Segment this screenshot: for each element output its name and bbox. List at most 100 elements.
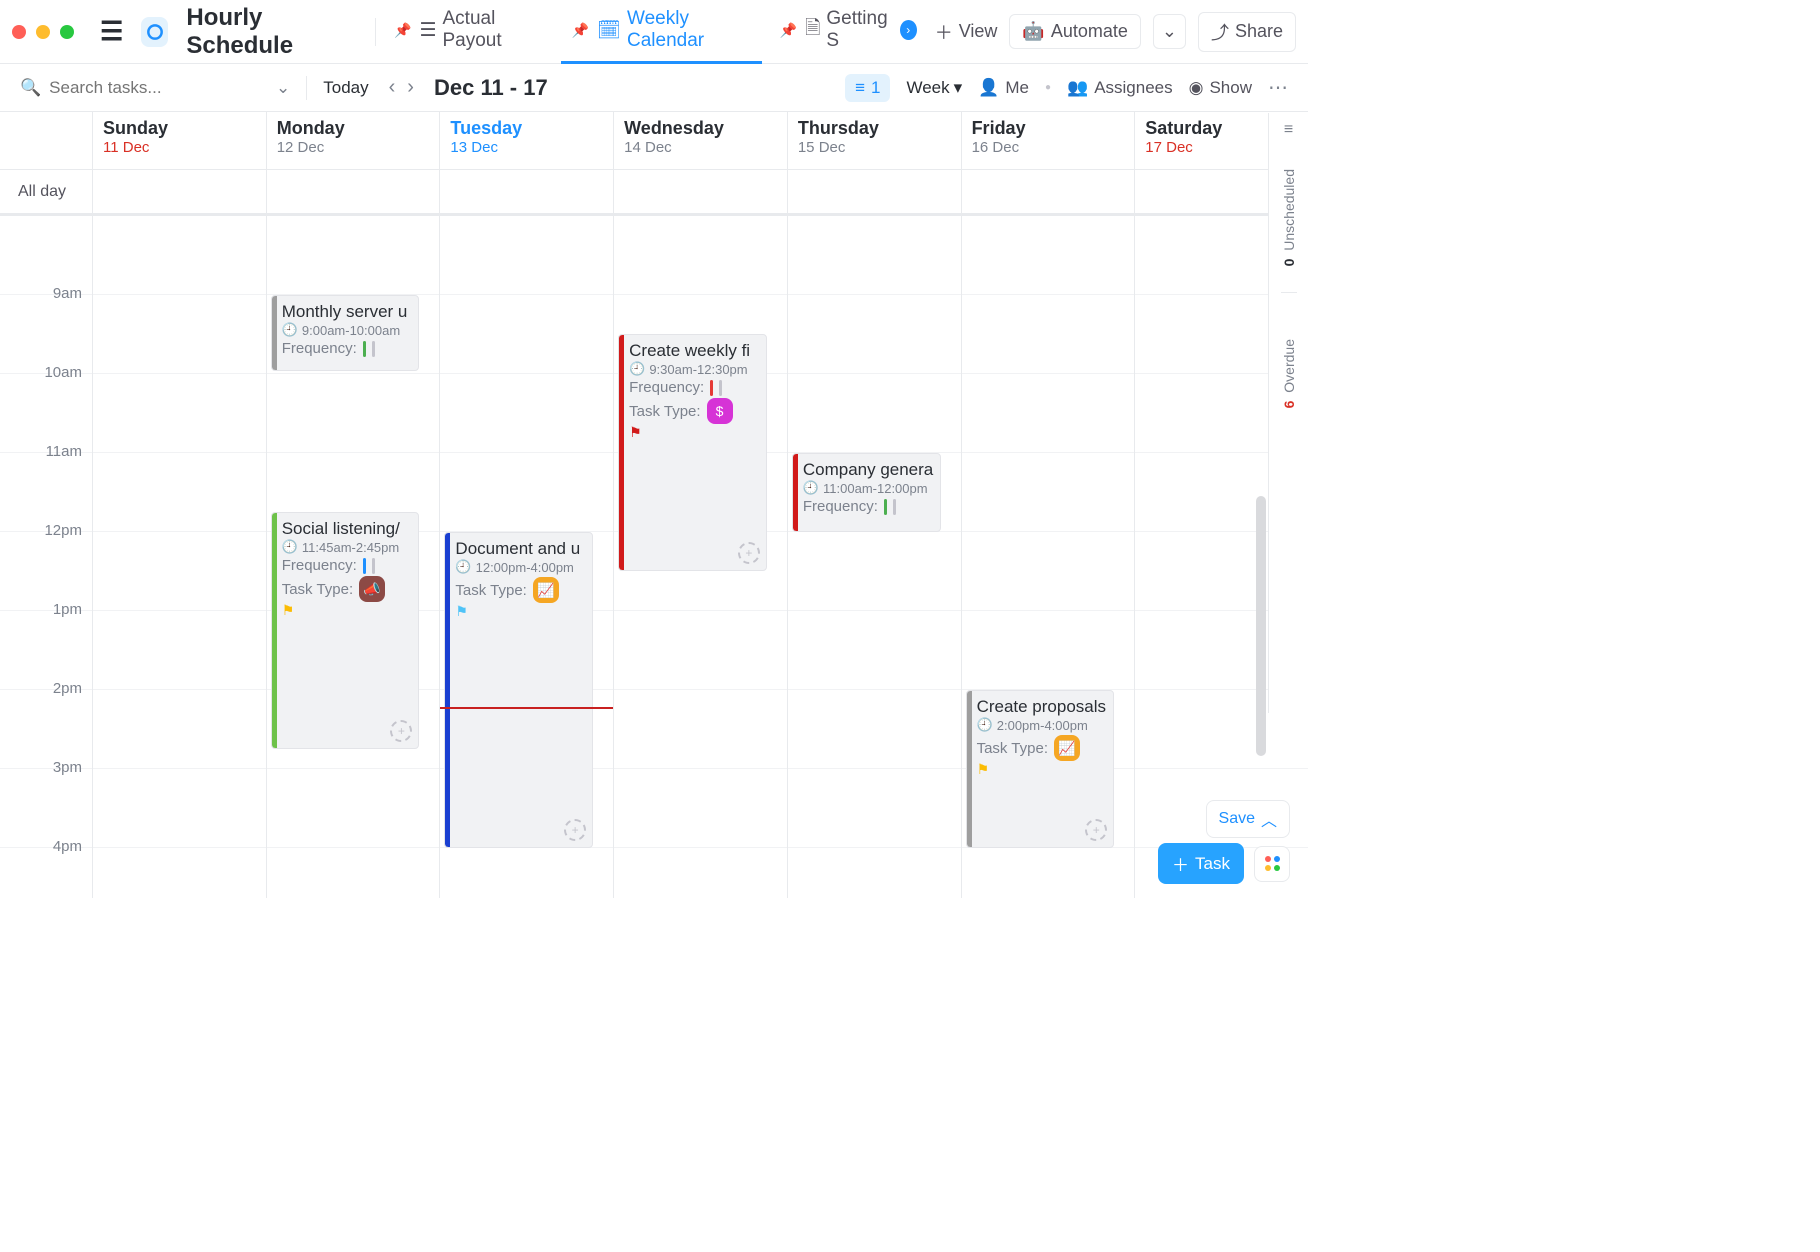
- assignees-filter[interactable]: 👥 Assignees: [1067, 78, 1173, 98]
- now-indicator: [440, 707, 613, 709]
- show-label: Show: [1209, 78, 1252, 98]
- dollar-icon: $: [707, 398, 733, 424]
- allday-fri[interactable]: [961, 170, 1135, 213]
- tab-label: Getting S: [826, 8, 893, 52]
- add-assignee-icon[interactable]: +: [564, 819, 586, 841]
- day-header-thu[interactable]: Thursday15 Dec: [787, 112, 961, 169]
- unscheduled-panel[interactable]: 0 Unscheduled: [1281, 169, 1297, 266]
- top-tabbar: ☰ Hourly Schedule 📌 ☰ Actual Payout 📌 🗓 …: [0, 0, 1308, 64]
- robot-icon: 🤖: [1022, 21, 1044, 42]
- tab-label: Actual Payout: [443, 8, 544, 52]
- search-input[interactable]: [49, 78, 229, 98]
- event-title: Company genera: [803, 460, 934, 480]
- toggle-sidebar-icon[interactable]: ≡: [1284, 121, 1293, 139]
- tab-actual-payout[interactable]: 📌 ☰ Actual Payout: [384, 0, 553, 64]
- workspace-icon[interactable]: [141, 17, 168, 47]
- add-assignee-icon[interactable]: +: [738, 542, 760, 564]
- search-icon: 🔍: [20, 78, 41, 98]
- tab-getting-started[interactable]: 📌 🗎 Getting S ›: [770, 0, 927, 64]
- event-title: Monthly server u: [282, 302, 413, 322]
- allday-sun[interactable]: [92, 170, 266, 213]
- day-header-tue[interactable]: Tuesday13 Dec: [439, 112, 613, 169]
- day-header-row: Sunday11 Dec Monday12 Dec Tuesday13 Dec …: [0, 112, 1308, 170]
- apps-button[interactable]: [1254, 846, 1290, 882]
- page-title: Hourly Schedule: [186, 4, 357, 60]
- add-assignee-icon[interactable]: +: [390, 720, 412, 742]
- automate-button[interactable]: 🤖 Automate: [1009, 14, 1140, 49]
- week-selector[interactable]: Week ▾: [906, 78, 962, 98]
- chevron-down-icon: ⌄: [1162, 21, 1177, 42]
- maximize-window[interactable]: [60, 25, 74, 39]
- flag-icon: ⚑: [977, 761, 1108, 778]
- assignees-label: Assignees: [1094, 78, 1172, 98]
- allday-mon[interactable]: [266, 170, 440, 213]
- col-tue[interactable]: Document and u 🕘12:00pm-4:00pm Task Type…: [439, 216, 613, 898]
- list-icon: ☰: [419, 19, 436, 42]
- chevron-right-icon: ›: [900, 20, 917, 40]
- col-fri[interactable]: Create proposals 🕘2:00pm-4:00pm Task Typ…: [961, 216, 1135, 898]
- pin-icon: 📌: [394, 22, 411, 39]
- close-window[interactable]: [12, 25, 26, 39]
- add-assignee-icon[interactable]: +: [1085, 819, 1107, 841]
- me-filter[interactable]: 👤 Me: [978, 78, 1029, 98]
- col-sun[interactable]: [92, 216, 266, 898]
- day-header-mon[interactable]: Monday12 Dec: [266, 112, 440, 169]
- col-thu[interactable]: Company genera 🕘11:00am-12:00pm Frequenc…: [787, 216, 961, 898]
- search-container: 🔍: [20, 78, 260, 98]
- event-document-and[interactable]: Document and u 🕘12:00pm-4:00pm Task Type…: [444, 532, 593, 848]
- save-label: Save: [1219, 810, 1255, 828]
- col-mon[interactable]: Monthly server u 🕘9:00am-10:00am Frequen…: [266, 216, 440, 898]
- share-icon: ⤴: [1211, 19, 1229, 45]
- window-controls: [12, 25, 74, 39]
- event-monthly-server[interactable]: Monthly server u 🕘9:00am-10:00am Frequen…: [271, 295, 420, 371]
- show-toggle[interactable]: ◉ Show: [1189, 78, 1252, 98]
- event-company-general[interactable]: Company genera 🕘11:00am-12:00pm Frequenc…: [792, 453, 941, 532]
- me-label: Me: [1005, 78, 1029, 98]
- automate-dropdown[interactable]: ⌄: [1153, 14, 1186, 49]
- view-button[interactable]: ＋ View: [935, 19, 998, 45]
- allday-tue[interactable]: [439, 170, 613, 213]
- hour-column: 9am 10am 11am 12pm 1pm 2pm 3pm 4pm: [0, 216, 92, 898]
- day-header-wed[interactable]: Wednesday14 Dec: [613, 112, 787, 169]
- today-button[interactable]: Today: [323, 78, 368, 98]
- event-create-weekly[interactable]: Create weekly fi 🕘9:30am-12:30pm Frequen…: [618, 334, 767, 571]
- clock-icon: 🕘: [977, 717, 993, 733]
- allday-wed[interactable]: [613, 170, 787, 213]
- pin-icon: 📌: [780, 22, 797, 39]
- scrollbar[interactable]: [1256, 496, 1266, 756]
- share-button[interactable]: ⤴ Share: [1198, 12, 1296, 52]
- event-create-proposals[interactable]: Create proposals 🕘2:00pm-4:00pm Task Typ…: [966, 690, 1115, 848]
- minimize-window[interactable]: [36, 25, 50, 39]
- share-label: Share: [1235, 21, 1283, 42]
- save-button[interactable]: Save ︿: [1206, 800, 1290, 838]
- flag-icon: ⚑: [455, 603, 586, 620]
- menu-icon[interactable]: ☰: [100, 16, 123, 47]
- event-title: Create proposals: [977, 697, 1108, 717]
- event-title: Create weekly fi: [629, 341, 760, 361]
- people-icon: 👥: [1067, 78, 1088, 98]
- clock-icon: 🕘: [282, 322, 298, 338]
- day-header-sun[interactable]: Sunday11 Dec: [92, 112, 266, 169]
- next-week[interactable]: ›: [403, 76, 418, 99]
- flag-icon: ⚑: [282, 602, 413, 619]
- prev-week[interactable]: ‹: [385, 76, 400, 99]
- clock-icon: 🕘: [803, 480, 819, 496]
- week-label: Week: [906, 78, 949, 98]
- flag-icon: ⚑: [629, 424, 760, 441]
- new-task-button[interactable]: ＋ Task: [1158, 843, 1244, 884]
- tab-weekly-calendar[interactable]: 📌 🗓 Weekly Calendar: [561, 0, 761, 64]
- event-social-listening[interactable]: Social listening/ 🕘11:45am-2:45pm Freque…: [271, 512, 420, 749]
- automate-label: Automate: [1051, 21, 1128, 42]
- allday-thu[interactable]: [787, 170, 961, 213]
- date-range: Dec 11 - 17: [434, 75, 548, 101]
- filter-indicator[interactable]: ≡ 1: [845, 74, 890, 102]
- megaphone-icon: 📣: [359, 576, 385, 602]
- eye-icon: ◉: [1189, 78, 1204, 98]
- search-dropdown[interactable]: ⌄: [276, 78, 290, 98]
- col-wed[interactable]: Create weekly fi 🕘9:30am-12:30pm Frequen…: [613, 216, 787, 898]
- toolbar: 🔍 ⌄ Today ‹ › Dec 11 - 17 ≡ 1 Week ▾ 👤 M…: [0, 64, 1308, 112]
- filter-count: 1: [871, 78, 880, 98]
- day-header-fri[interactable]: Friday16 Dec: [961, 112, 1135, 169]
- more-options[interactable]: ⋯: [1268, 75, 1288, 100]
- overdue-panel[interactable]: 6 Overdue: [1281, 339, 1297, 408]
